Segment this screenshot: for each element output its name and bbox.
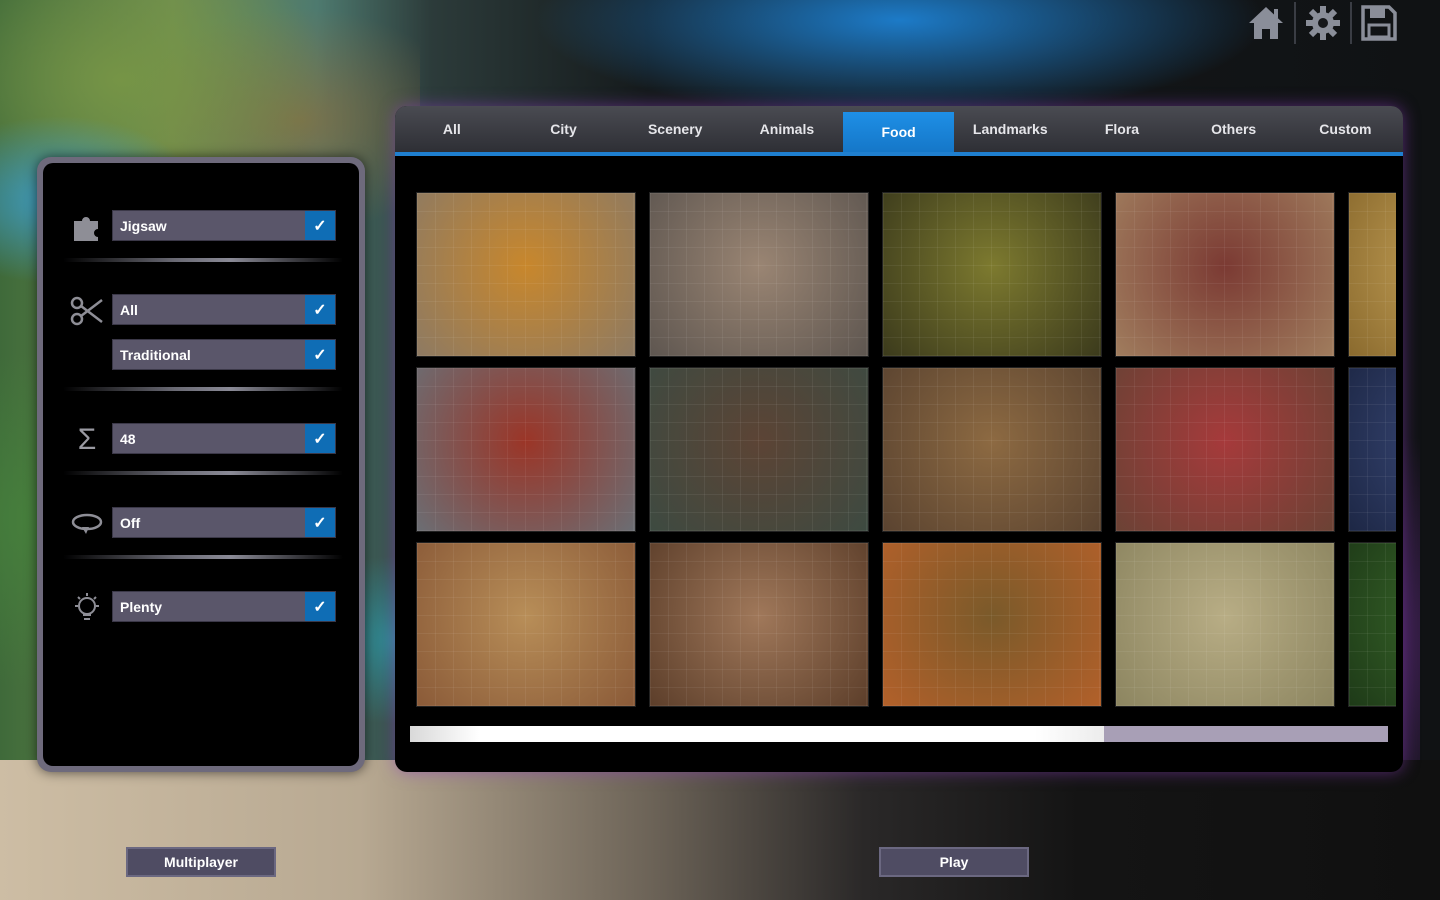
chevron-down-icon[interactable]: ✓	[305, 295, 335, 324]
puzzle-thumbnail-nanaimo-bars[interactable]	[649, 367, 869, 532]
puzzle-piece-icon	[67, 210, 107, 244]
scissors-icon	[67, 294, 107, 328]
cut-category-value: All	[120, 301, 138, 318]
divider	[63, 387, 343, 391]
puzzle-thumbnail-partial-1[interactable]	[1348, 192, 1396, 357]
puzzle-type-value: Jigsaw	[120, 217, 167, 234]
background-sand	[0, 760, 1440, 900]
puzzle-thumbnail-donuts[interactable]	[649, 542, 869, 707]
puzzle-grid-overlay	[1116, 193, 1334, 356]
options-panel: Jigsaw ✓ All ✓ Traditional ✓ Σ 48 ✓ Off …	[37, 157, 365, 772]
puzzle-thumbnail-grid	[416, 192, 1396, 712]
puzzle-thumbnail-jam-jars[interactable]	[1115, 367, 1335, 532]
cut-style-value: Traditional	[120, 346, 191, 363]
piece-count-dropdown[interactable]: 48 ✓	[112, 423, 336, 454]
play-button[interactable]: Play	[879, 847, 1029, 877]
puzzle-grid-overlay	[650, 368, 868, 531]
puzzle-grid-overlay	[883, 368, 1101, 531]
multiplayer-button[interactable]: Multiplayer	[126, 847, 276, 877]
rotation-dropdown[interactable]: Off ✓	[112, 507, 336, 538]
puzzle-thumbnail-butter-tart[interactable]	[882, 367, 1102, 532]
puzzle-grid-overlay	[1349, 368, 1396, 531]
puzzle-grid-overlay	[417, 368, 635, 531]
gallery-panel: All City Scenery Animals Food Landmarks Flora O…	[395, 106, 1403, 772]
tab-animals[interactable]: Animals	[731, 106, 843, 152]
home-icon[interactable]	[1238, 2, 1294, 44]
puzzle-thumbnail-partial-2[interactable]	[1348, 367, 1396, 532]
tab-food[interactable]: Food	[842, 112, 955, 152]
save-icon[interactable]	[1350, 2, 1406, 44]
cut-category-dropdown[interactable]: All ✓	[112, 294, 336, 325]
rotation-value: Off	[120, 514, 141, 531]
lightbulb-icon	[67, 591, 107, 625]
chevron-down-icon[interactable]: ✓	[305, 340, 335, 369]
top-toolbar	[1238, 2, 1406, 44]
chevron-down-icon[interactable]: ✓	[305, 424, 335, 453]
rotate-icon	[67, 507, 107, 541]
category-tabs: All City Scenery Animals Food Landmarks Flora O…	[395, 106, 1403, 156]
puzzle-thumbnail-pumpkins[interactable]	[882, 542, 1102, 707]
puzzle-thumbnail-poutine[interactable]	[416, 192, 636, 357]
puzzle-thumbnail-pickled-jars[interactable]	[882, 192, 1102, 357]
tab-custom[interactable]: Custom	[1290, 106, 1402, 152]
scrollbar-thumb[interactable]	[410, 726, 1105, 742]
chevron-down-icon[interactable]: ✓	[305, 508, 335, 537]
tab-all[interactable]: All	[396, 106, 508, 152]
tab-flora[interactable]: Flora	[1066, 106, 1178, 152]
puzzle-grid-overlay	[417, 193, 635, 356]
puzzle-thumbnail-maple-syrup-spoon[interactable]	[1115, 192, 1335, 357]
puzzle-grid-overlay	[650, 543, 868, 706]
piece-count-value: 48	[120, 430, 136, 447]
gear-icon[interactable]	[1294, 2, 1350, 44]
divider	[63, 471, 343, 475]
puzzle-thumbnail-bread-ham[interactable]	[416, 542, 636, 707]
tab-city[interactable]: City	[508, 106, 620, 152]
divider	[63, 258, 343, 262]
tab-scenery[interactable]: Scenery	[619, 106, 731, 152]
puzzle-grid-overlay	[650, 193, 868, 356]
puzzle-grid-overlay	[1349, 543, 1396, 706]
chevron-down-icon[interactable]: ✓	[305, 592, 335, 621]
puzzle-grid-overlay	[417, 543, 635, 706]
tab-others[interactable]: Others	[1178, 106, 1290, 152]
options-panel-inner: Jigsaw ✓ All ✓ Traditional ✓ Σ 48 ✓ Off …	[43, 163, 359, 766]
puzzle-thumbnail-partial-3[interactable]	[1348, 542, 1396, 707]
puzzle-grid-overlay	[883, 543, 1101, 706]
puzzle-grid-overlay	[883, 193, 1101, 356]
hints-dropdown[interactable]: Plenty ✓	[112, 591, 336, 622]
cut-style-dropdown[interactable]: Traditional ✓	[112, 339, 336, 370]
puzzle-grid-overlay	[1116, 543, 1334, 706]
puzzle-thumbnail-lobsters[interactable]	[416, 367, 636, 532]
puzzle-grid-overlay	[1116, 368, 1334, 531]
puzzle-grid-overlay	[1349, 193, 1396, 356]
puzzle-type-dropdown[interactable]: Jigsaw ✓	[112, 210, 336, 241]
hints-value: Plenty	[120, 598, 163, 615]
tab-landmarks[interactable]: Landmarks	[954, 106, 1066, 152]
chevron-down-icon[interactable]: ✓	[305, 211, 335, 240]
divider	[63, 555, 343, 559]
gallery-scrollbar[interactable]	[410, 726, 1388, 742]
puzzle-thumbnail-cheese-curds[interactable]	[1115, 542, 1335, 707]
sigma-icon: Σ	[77, 423, 97, 456]
puzzle-thumbnail-flatbread-dessert[interactable]	[649, 192, 869, 357]
